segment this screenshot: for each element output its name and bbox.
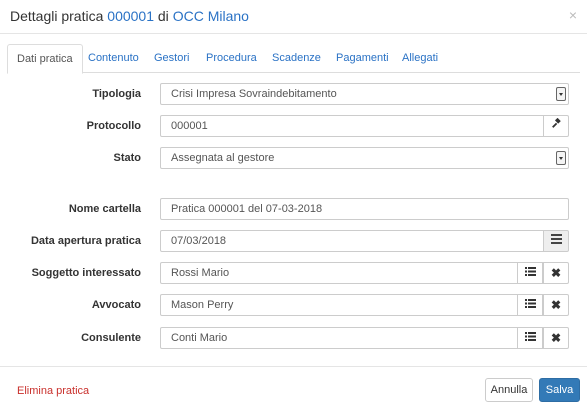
cancel-button[interactable]: Annulla <box>485 378 533 402</box>
list-icon[interactable] <box>517 294 543 316</box>
delete-practice-link[interactable]: Elimina pratica <box>17 385 89 397</box>
tab-pagamenti[interactable]: Pagamenti <box>336 44 389 73</box>
nome-cartella-value: Pratica 000001 del 07-03-2018 <box>171 203 323 215</box>
protocollo-label: Protocollo <box>86 120 141 132</box>
data-apertura-label: Data apertura pratica <box>30 235 141 247</box>
row-tipologia: Tipologia Crisi Impresa Sovraindebitamen… <box>0 83 587 105</box>
tab-dati-pratica[interactable]: Dati pratica <box>7 44 83 74</box>
tab-allegati[interactable]: Allegati <box>402 44 438 73</box>
list-icon[interactable] <box>517 262 543 284</box>
chevron-down-icon[interactable] <box>556 87 566 101</box>
consulente-label: Consulente <box>81 332 141 344</box>
nome-cartella-input[interactable]: Pratica 000001 del 07-03-2018 <box>160 198 569 220</box>
close-icon[interactable]: × <box>569 7 577 23</box>
data-apertura-input[interactable]: 07/03/2018 <box>160 230 544 252</box>
modal-footer: Elimina pratica Annulla Salva <box>0 366 587 409</box>
chevron-down-icon[interactable] <box>556 151 566 165</box>
row-data-apertura: Data apertura pratica 07/03/2018 <box>0 230 587 252</box>
clear-icon[interactable]: ✖ <box>543 327 569 349</box>
row-soggetto: Soggetto interessato Rossi Mario ✖ <box>0 262 587 284</box>
protocollo-input[interactable]: 000001 <box>160 115 544 137</box>
list-icon[interactable] <box>517 327 543 349</box>
tab-gestori[interactable]: Gestori <box>154 44 189 73</box>
tab-procedura[interactable]: Procedura <box>206 44 257 73</box>
tab-bar: Dati pratica Contenuto Gestori Procedura… <box>7 44 580 74</box>
avvocato-label: Avvocato <box>91 299 141 311</box>
organization-link[interactable]: OCC Milano <box>173 8 249 24</box>
soggetto-value: Rossi Mario <box>171 267 230 279</box>
stato-select[interactable]: Assegnata al gestore <box>160 147 569 169</box>
nome-cartella-label: Nome cartella <box>68 203 141 215</box>
tab-contenuto[interactable]: Contenuto <box>88 44 139 73</box>
tipologia-value: Crisi Impresa Sovraindebitamento <box>171 88 337 100</box>
title-middle: di <box>157 8 169 24</box>
clear-icon[interactable]: ✖ <box>543 294 569 316</box>
row-stato: Stato Assegnata al gestore <box>0 147 587 169</box>
stato-label: Stato <box>113 152 142 164</box>
gavel-icon[interactable] <box>543 115 569 137</box>
consulente-input[interactable]: Conti Mario <box>160 327 518 349</box>
row-avvocato: Avvocato Mason Perry ✖ <box>0 294 587 316</box>
data-apertura-value: 07/03/2018 <box>171 235 227 247</box>
avvocato-input[interactable]: Mason Perry <box>160 294 518 316</box>
consulente-value: Conti Mario <box>171 332 228 344</box>
row-consulente: Consulente Conti Mario ✖ <box>0 327 587 349</box>
modal-header: Dettagli pratica 000001 di OCC Milano × <box>0 0 587 34</box>
modal-title: Dettagli pratica 000001 di OCC Milano <box>10 8 249 24</box>
tab-scadenze[interactable]: Scadenze <box>272 44 321 73</box>
calendar-icon[interactable] <box>543 230 569 252</box>
title-prefix: Dettagli pratica <box>10 8 104 24</box>
avvocato-value: Mason Perry <box>171 299 234 311</box>
practice-number-link[interactable]: 000001 <box>107 8 154 24</box>
stato-value: Assegnata al gestore <box>171 152 275 164</box>
clear-icon[interactable]: ✖ <box>543 262 569 284</box>
protocollo-value: 000001 <box>171 120 208 132</box>
save-button[interactable]: Salva <box>539 378 580 402</box>
soggetto-label: Soggetto interessato <box>31 267 141 279</box>
soggetto-input[interactable]: Rossi Mario <box>160 262 518 284</box>
row-nome-cartella: Nome cartella Pratica 000001 del 07-03-2… <box>0 198 587 220</box>
tipologia-select[interactable]: Crisi Impresa Sovraindebitamento <box>160 83 569 105</box>
tipologia-label: Tipologia <box>92 88 141 100</box>
row-protocollo: Protocollo 000001 <box>0 115 587 137</box>
